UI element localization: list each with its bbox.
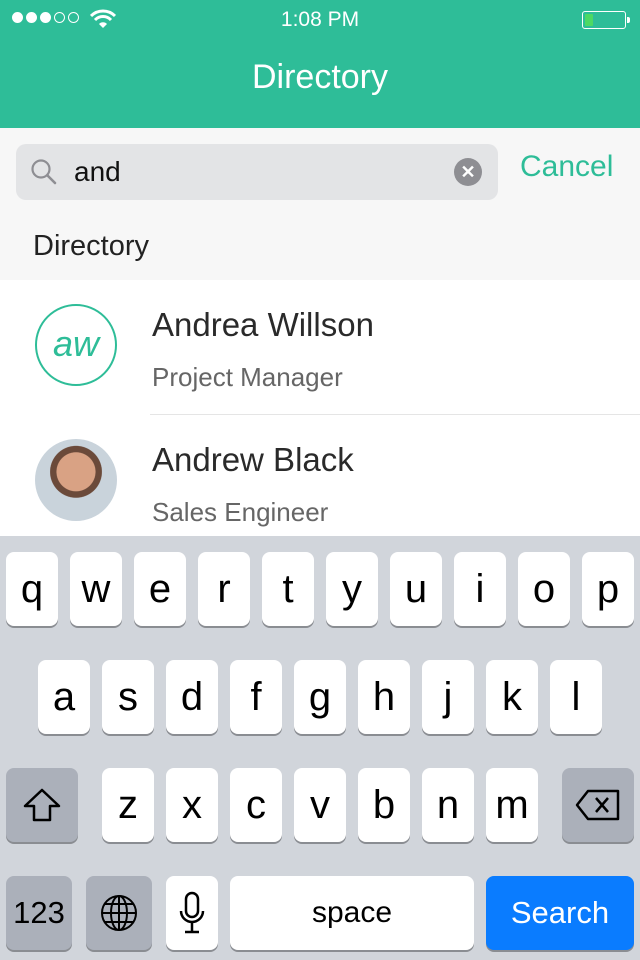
shift-key[interactable]	[6, 768, 78, 842]
list-item[interactable]: aw Andrea Willson Project Manager	[0, 280, 640, 415]
key-i[interactable]: i	[454, 552, 506, 626]
microphone-icon	[179, 891, 205, 934]
list-item[interactable]: Andrew Black Sales Engineer	[0, 415, 640, 536]
backspace-key[interactable]	[562, 768, 634, 842]
key-e[interactable]: e	[134, 552, 186, 626]
numbers-key[interactable]: 123	[6, 876, 72, 950]
nav-header: 1:08 PM Directory	[0, 0, 640, 128]
globe-icon	[101, 895, 137, 931]
microphone-key[interactable]	[166, 876, 218, 950]
status-bar: 1:08 PM	[0, 0, 640, 40]
key-a[interactable]: a	[38, 660, 90, 734]
key-t[interactable]: t	[262, 552, 314, 626]
search-input[interactable]	[74, 144, 444, 200]
key-q[interactable]: q	[6, 552, 58, 626]
contact-name: Andrew Black	[152, 441, 354, 478]
key-s[interactable]: s	[102, 660, 154, 734]
key-r[interactable]: r	[198, 552, 250, 626]
clear-search-button[interactable]: ✕	[454, 158, 482, 186]
key-w[interactable]: w	[70, 552, 122, 626]
key-b[interactable]: b	[358, 768, 410, 842]
key-g[interactable]: g	[294, 660, 346, 734]
battery-icon	[582, 11, 630, 29]
contact-name: Andrea Willson	[152, 306, 374, 343]
key-o[interactable]: o	[518, 552, 570, 626]
contact-role: Project Manager	[152, 362, 343, 392]
status-time: 1:08 PM	[280, 8, 360, 31]
results-list: aw Andrea Willson Project Manager Andrew…	[0, 280, 640, 536]
key-u[interactable]: u	[390, 552, 442, 626]
key-n[interactable]: n	[422, 768, 474, 842]
search-bar[interactable]: ✕	[16, 144, 498, 200]
key-x[interactable]: x	[166, 768, 218, 842]
cancel-button[interactable]: Cancel	[520, 150, 613, 184]
search-key[interactable]: Search	[486, 876, 634, 950]
key-c[interactable]: c	[230, 768, 282, 842]
search-icon	[31, 159, 57, 185]
contact-role: Sales Engineer	[152, 497, 329, 527]
key-d[interactable]: d	[166, 660, 218, 734]
keyboard: q w e r t y u i o p a s d f g h j k l z x c v b n m 123 space Search	[0, 536, 640, 960]
shift-icon	[23, 788, 61, 822]
key-y[interactable]: y	[326, 552, 378, 626]
key-l[interactable]: l	[550, 660, 602, 734]
avatar	[35, 439, 117, 521]
key-h[interactable]: h	[358, 660, 410, 734]
key-f[interactable]: f	[230, 660, 282, 734]
space-key[interactable]: space	[230, 876, 474, 950]
key-z[interactable]: z	[102, 768, 154, 842]
avatar: aw	[35, 304, 117, 386]
key-m[interactable]: m	[486, 768, 538, 842]
backspace-icon	[575, 789, 620, 821]
section-header: Directory	[33, 230, 150, 262]
key-v[interactable]: v	[294, 768, 346, 842]
globe-key[interactable]	[86, 876, 152, 950]
key-j[interactable]: j	[422, 660, 474, 734]
key-k[interactable]: k	[486, 660, 538, 734]
page-title: Directory	[251, 58, 389, 96]
key-p[interactable]: p	[582, 552, 634, 626]
